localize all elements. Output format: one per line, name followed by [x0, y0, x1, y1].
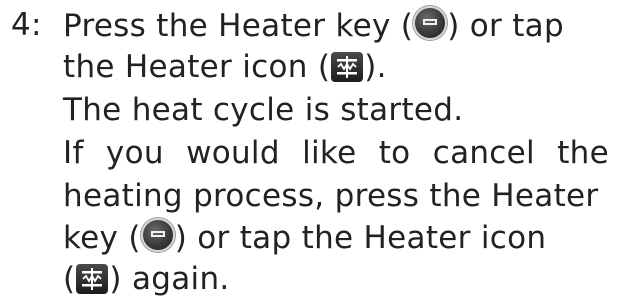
- line4-word: the: [557, 135, 609, 171]
- step-line-4: If you would like to cancel the: [63, 134, 609, 172]
- heater-icon: [76, 264, 109, 294]
- line1-text-a: Press the Heater key (: [63, 8, 414, 44]
- line7-text-a: (: [63, 261, 76, 297]
- heater-key-icon: [413, 6, 448, 40]
- heater-icon: [331, 52, 364, 82]
- line2-text-b: ).: [364, 49, 387, 85]
- line6-text-b: ) or tap the Heater icon: [174, 220, 547, 256]
- line4-word: would: [186, 135, 280, 171]
- line4-word: to: [378, 135, 411, 171]
- step-line-6: key ( ) or tap the Heater icon: [63, 218, 546, 257]
- step-line-1-content: Press the Heater key ( ) or tap: [63, 6, 564, 45]
- line6-text-a: key (: [63, 220, 141, 256]
- line2-text-a: the Heater icon (: [63, 49, 331, 85]
- line7-text-b: ) again.: [109, 261, 230, 297]
- step-line-5: heating process, press the Heater: [63, 178, 599, 214]
- step-line-7: ( ) again.: [63, 260, 230, 298]
- line4-word: If: [63, 135, 84, 171]
- line1-text-b: ) or tap: [447, 8, 564, 44]
- line4-word: like: [302, 135, 357, 171]
- line4-word: you: [105, 135, 164, 171]
- step-line-2: the Heater icon ( ).: [63, 48, 387, 86]
- step-number: 4:: [11, 7, 42, 43]
- step-line-3: The heat cycle is started.: [63, 92, 464, 128]
- heater-key-icon: [140, 218, 175, 252]
- line4-word: cancel: [432, 135, 535, 171]
